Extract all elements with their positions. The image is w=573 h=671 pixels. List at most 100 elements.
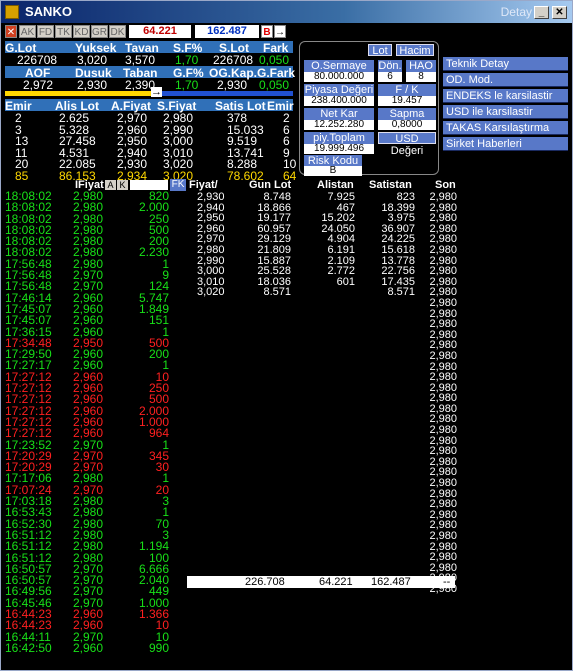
trades-filter-field[interactable] bbox=[130, 180, 168, 190]
trade-qty: 990 bbox=[148, 640, 169, 655]
price-cell: 601 bbox=[336, 275, 355, 288]
val-gf: 1,70 bbox=[175, 78, 199, 92]
close-x-button[interactable]: ✕ bbox=[5, 25, 17, 38]
son-value: 2,980 bbox=[429, 296, 457, 309]
menu-item[interactable]: Teknik Detay bbox=[443, 57, 568, 71]
usd-button[interactable]: USD Değeri bbox=[378, 132, 436, 157]
info-panel: Lot Hacim O.Sermaye 80.000.000 Dön. 6 HA… bbox=[299, 41, 439, 176]
b-button[interactable]: B bbox=[261, 25, 273, 38]
depth-row: 20 22.085 2,930 3,020 8.288 10 bbox=[5, 157, 296, 171]
osermaye-value: 80.000.000 bbox=[304, 72, 374, 82]
price-hdr-fiyat[interactable]: Fiyat/ bbox=[189, 179, 218, 191]
close-button[interactable]: ✕ bbox=[552, 6, 567, 19]
tool-dk-button[interactable]: DK bbox=[109, 25, 126, 38]
trades-fk-button[interactable]: FK bbox=[170, 179, 186, 191]
title-bar[interactable]: SANKO Detay _ ✕ bbox=[1, 1, 572, 23]
val-dusuk: 2,930 bbox=[77, 78, 108, 92]
trade-price: 2,960 bbox=[73, 640, 104, 655]
trade-row[interactable]: 16:42:50 2,960 990 bbox=[5, 640, 185, 655]
val-tavan: 3,570 bbox=[125, 53, 156, 67]
tool-ak-button[interactable]: AK bbox=[19, 25, 36, 38]
menu-item[interactable]: USD ile karsilastir bbox=[443, 105, 568, 119]
sell-ratio-bar bbox=[155, 91, 293, 96]
son-column: 2,980 2,980 2,980 2,980 2,980 2,980 2,980 2,980… bbox=[421, 191, 457, 595]
menu-item[interactable]: ENDEKS le karsilastir bbox=[443, 89, 568, 103]
menu-item[interactable]: Sirket Haberleri bbox=[443, 137, 568, 151]
price-cell: 8.571 bbox=[387, 286, 415, 299]
price-row[interactable]: 3,020 8.571 8.571 bbox=[187, 287, 455, 298]
main-window: SANKO Detay _ ✕ ✕ AK FD TK KD GR DK 64.2… bbox=[0, 0, 573, 671]
val-ogkap: 2,930 bbox=[217, 78, 248, 92]
don-value: 6 bbox=[378, 72, 402, 82]
piyasa-value: 238.400.000 bbox=[304, 96, 374, 106]
price-hdr-son[interactable]: Son bbox=[435, 179, 456, 191]
tool-gr-button[interactable]: GR bbox=[91, 25, 108, 38]
val-sf: 1,70 bbox=[175, 53, 199, 67]
depth-row: 11 4.531 2,940 3,010 13.741 9 bbox=[5, 146, 295, 160]
total-son: -- bbox=[443, 576, 451, 588]
trade-time: 16:42:50 bbox=[5, 640, 52, 655]
hacim-button[interactable]: Hacim bbox=[396, 44, 434, 57]
son-value: 2,980 bbox=[429, 243, 457, 256]
risk-value: B bbox=[304, 166, 362, 176]
window-title: SANKO bbox=[25, 4, 72, 19]
lot-button[interactable]: Lot bbox=[368, 44, 392, 57]
tool-tk-button[interactable]: TK bbox=[55, 25, 72, 38]
minimize-button[interactable]: _ bbox=[534, 6, 549, 19]
toolbar: ✕ AK FD TK KD GR DK 64.221 162.487 B → bbox=[5, 25, 295, 39]
price-row[interactable]: 2,980 21.809 6.191 15.618 bbox=[187, 245, 455, 256]
hao-value: 8 bbox=[406, 72, 436, 82]
price-hdr-satistan[interactable]: Satistan bbox=[369, 179, 412, 191]
fk-value: 19.457 bbox=[378, 96, 436, 106]
app-icon bbox=[5, 5, 19, 19]
value1-field[interactable]: 64.221 bbox=[129, 25, 191, 38]
depth-row: 13 27.458 2,950 3,000 9.519 6 bbox=[5, 134, 295, 148]
son-value: 2,980 bbox=[429, 349, 457, 362]
total-satistan: 162.487 bbox=[371, 576, 411, 588]
tool-fd-button[interactable]: FD bbox=[37, 25, 54, 38]
sapma-value: 0,8000 bbox=[378, 120, 436, 130]
price-table-header: Fiyat/ Gun Lot Alistan Satistan Son bbox=[187, 179, 456, 191]
son-value: 2,980 bbox=[429, 530, 457, 542]
totals-bar: 226.708 64.221 162.487 -- bbox=[187, 576, 455, 588]
price-fiyat: 2,930 bbox=[197, 191, 225, 203]
depth-row: 3 5.328 2,960 2,990 15.033 6 bbox=[5, 123, 295, 137]
ratio-marker-icon: → bbox=[151, 86, 162, 98]
trades-filter-k-button[interactable]: K bbox=[117, 180, 128, 190]
value2-field[interactable]: 162.487 bbox=[195, 25, 259, 38]
price-hdr-gunlot[interactable]: Gun Lot bbox=[249, 179, 291, 191]
depth-row: 2 2.625 2,970 2,980 378 2 bbox=[5, 111, 295, 125]
price-table: 2,930 8.748 7.925 823 2,940 18.866 467 18.399 2,… bbox=[187, 192, 455, 602]
trades-filter-a-button[interactable]: A bbox=[105, 180, 116, 190]
trades-hdr-fiyat: IFiyat bbox=[75, 179, 104, 191]
val-fark: 0,050 bbox=[259, 53, 290, 67]
menu-item[interactable]: OD. Mod. bbox=[443, 73, 568, 87]
price-cell: 823 bbox=[396, 191, 415, 203]
total-alistan: 64.221 bbox=[319, 576, 353, 588]
arrow-right-icon[interactable]: → bbox=[274, 25, 286, 38]
son-value: 2,980 bbox=[429, 191, 457, 203]
price-cell: 21.809 bbox=[257, 243, 291, 256]
price-cell: 7.925 bbox=[327, 191, 355, 203]
tool-kd-button[interactable]: KD bbox=[73, 25, 90, 38]
price-cell: 8.571 bbox=[263, 286, 291, 299]
val-gfark: 0,050 bbox=[259, 78, 290, 92]
menu-item[interactable]: TAKAS Karsılaştırma bbox=[443, 121, 568, 135]
price-fiyat: 2,980 bbox=[197, 243, 225, 256]
trades-list[interactable]: 18:08:02 2,980 820 18:08:02 2,980 2.000 18:08:… bbox=[5, 191, 185, 671]
detay-label: Detay bbox=[500, 5, 532, 19]
piytoplam-value: 19.999.496 bbox=[304, 144, 374, 154]
price-fiyat: 3,020 bbox=[197, 286, 225, 299]
val-glot: 226708 bbox=[17, 53, 58, 67]
trades-header: IFiyat A K FK bbox=[5, 179, 186, 191]
buy-ratio-bar bbox=[5, 91, 155, 96]
val-yuksek: 3,020 bbox=[77, 53, 108, 67]
price-hdr-alistan[interactable]: Alistan bbox=[317, 179, 354, 191]
price-cell: 6.191 bbox=[327, 243, 355, 256]
netkar-value: 12.252.280 bbox=[304, 120, 374, 130]
price-cell: 15.618 bbox=[381, 243, 415, 256]
price-cell: 8.748 bbox=[263, 191, 291, 203]
val-slot: 226708 bbox=[213, 53, 254, 67]
val-aof: 2,972 bbox=[23, 78, 54, 92]
price-row[interactable]: 2,930 8.748 7.925 823 bbox=[187, 192, 455, 203]
